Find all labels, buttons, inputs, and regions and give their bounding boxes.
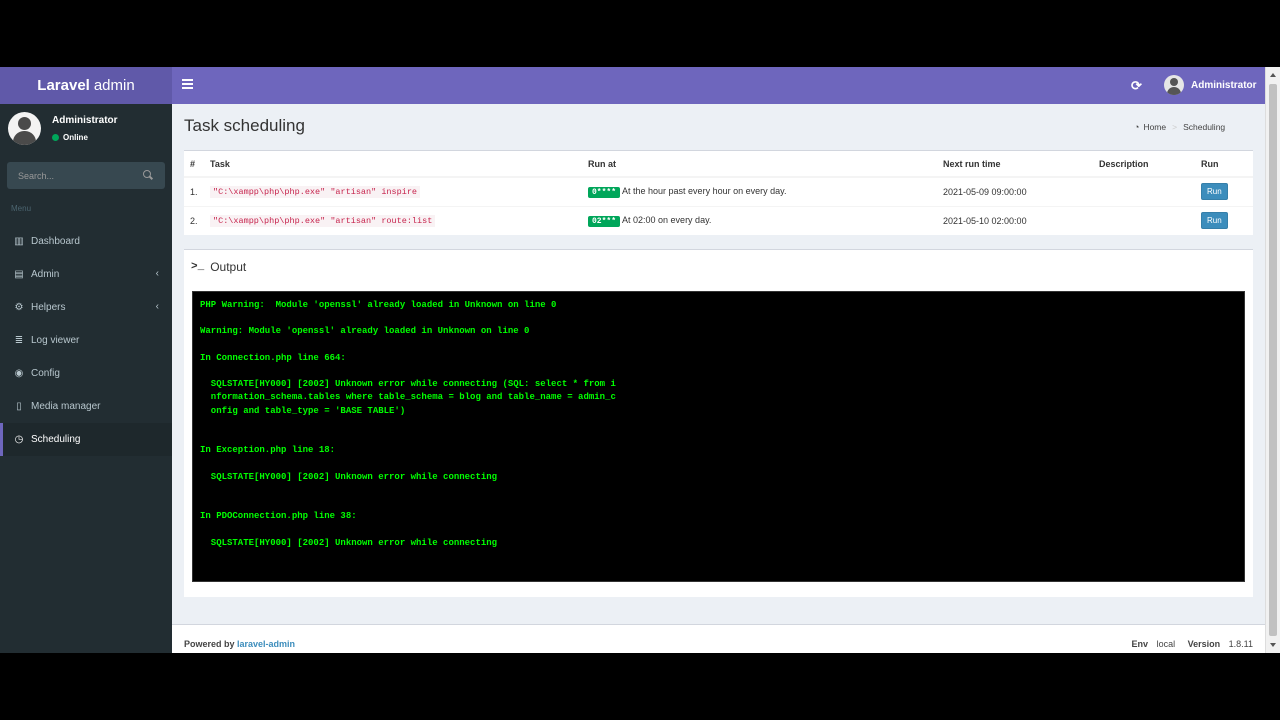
status-text: Online	[63, 133, 88, 142]
navbar-user-name: Administrator	[1191, 79, 1257, 91]
breadcrumb-home[interactable]: Home	[1143, 122, 1166, 132]
search-input[interactable]	[7, 162, 137, 189]
sidebar-item-label: Admin	[31, 269, 60, 280]
menu-header: Menu	[11, 204, 32, 213]
dashboard-icon: ◔	[1134, 122, 1140, 132]
sidebar-toggle-icon[interactable]	[182, 79, 193, 91]
online-status: Online	[52, 133, 88, 142]
col-description: Description	[1093, 151, 1195, 178]
sidebar-item-label: Media manager	[31, 401, 101, 412]
user-menu[interactable]: Administrator	[1164, 75, 1257, 95]
row-num: 2.	[184, 205, 204, 235]
sidebar: Administrator Online Menu ▥ Dashboard ▤ …	[0, 104, 172, 653]
sidebar-item-helpers[interactable]: ⚙ Helpers ‹	[0, 291, 172, 324]
schedule-table-box: # Task Run at Next run time Description …	[184, 150, 1253, 235]
breadcrumb-separator: >	[1172, 122, 1178, 132]
user-avatar	[8, 112, 41, 145]
table-header-row: # Task Run at Next run time Description …	[184, 151, 1253, 178]
scroll-down-icon[interactable]	[1270, 643, 1276, 647]
sidebar-item-label: Dashboard	[31, 236, 80, 247]
breadcrumb: ◔ Home > Scheduling	[1134, 122, 1225, 132]
footer: Powered by laravel-admin Env local Versi…	[172, 624, 1265, 653]
sidebar-user-name: Administrator	[52, 115, 118, 126]
env-value: local	[1156, 639, 1176, 649]
clock-icon: ◷	[14, 434, 24, 445]
sidebar-menu: ▥ Dashboard ▤ Admin ‹ ⚙ Helpers ‹ ≣ Log …	[0, 225, 172, 456]
run-button[interactable]: Run	[1201, 183, 1228, 201]
env-label: Env	[1131, 639, 1149, 649]
cron-badge: 0****	[588, 186, 621, 198]
sidebar-search	[7, 162, 165, 189]
run-button[interactable]: Run	[1201, 212, 1228, 230]
version-value: 1.8.11	[1228, 639, 1253, 649]
chevron-left-icon: ‹	[155, 301, 159, 312]
bar-chart-icon: ▥	[14, 236, 24, 247]
output-box: >_ Output PHP Warning: Module 'openssl' …	[184, 249, 1253, 597]
sidebar-item-log-viewer[interactable]: ≣ Log viewer	[0, 324, 172, 357]
logo-bold: Laravel	[37, 77, 90, 94]
col-run-at: Run at	[582, 151, 937, 178]
laravel-admin-link[interactable]: laravel-admin	[237, 639, 295, 649]
scroll-thumb[interactable]	[1269, 84, 1277, 636]
sidebar-item-media-manager[interactable]: ▯ Media manager	[0, 390, 172, 423]
breadcrumb-current: Scheduling	[1183, 122, 1226, 132]
sidebar-item-label: Helpers	[31, 302, 66, 313]
description	[1093, 176, 1195, 206]
sidebar-item-scheduling[interactable]: ◷ Scheduling	[0, 423, 172, 456]
output-title: >_ Output	[191, 260, 246, 274]
col-task: Task	[204, 151, 582, 178]
col-num: #	[184, 151, 204, 178]
row-num: 1.	[184, 176, 204, 206]
output-terminal: PHP Warning: Module 'openssl' already lo…	[192, 291, 1245, 582]
user-panel: Administrator Online	[0, 104, 172, 154]
page-scrollbar[interactable]	[1265, 67, 1280, 653]
task-command: "C:\xampp\php\php.exe" "artisan" route:l…	[210, 215, 436, 228]
footer-powered: Powered by laravel-admin	[184, 639, 295, 649]
run-at-text: At 02:00 on every day.	[622, 214, 712, 225]
chevron-left-icon: ‹	[155, 268, 159, 279]
next-run-time: 2021-05-10 02:00:00	[937, 205, 1093, 235]
powered-by-text: Powered by	[184, 639, 235, 649]
sidebar-item-label: Log viewer	[31, 335, 80, 346]
search-icon[interactable]	[143, 170, 153, 180]
run-at-cell: 02*** At 02:00 on every day.	[582, 205, 937, 235]
top-navbar: ⟳ Administrator	[172, 67, 1265, 104]
terminal-icon: >_	[191, 261, 205, 273]
refresh-icon[interactable]: ⟳	[1131, 78, 1142, 94]
gears-icon: ⚙	[14, 302, 24, 313]
logo-rest: admin	[93, 77, 135, 94]
output-title-text: Output	[210, 260, 247, 274]
task-command: "C:\xampp\php\php.exe" "artisan" inspire	[210, 186, 421, 199]
sidebar-item-label: Config	[31, 368, 60, 379]
sidebar-item-admin[interactable]: ▤ Admin ‹	[0, 258, 172, 291]
tasks-icon: ▤	[14, 269, 24, 280]
next-run-time: 2021-05-09 09:00:00	[937, 176, 1093, 206]
avatar	[1164, 75, 1184, 95]
version-label: Version	[1187, 639, 1221, 649]
page-title: Task scheduling	[184, 116, 305, 135]
sidebar-item-config[interactable]: ◉ Config	[0, 357, 172, 390]
cron-badge: 02***	[588, 215, 621, 227]
col-next-run: Next run time	[937, 151, 1093, 178]
run-at-text: At the hour past every hour on every day…	[622, 185, 787, 196]
sidebar-item-dashboard[interactable]: ▥ Dashboard	[0, 225, 172, 258]
file-icon: ▯	[16, 401, 22, 412]
schedule-table: # Task Run at Next run time Description …	[184, 151, 1253, 235]
database-icon: ≣	[14, 335, 24, 346]
table-row: 1. "C:\xampp\php\php.exe" "artisan" insp…	[184, 176, 1253, 206]
sidebar-item-label: Scheduling	[31, 434, 81, 445]
online-dot-icon	[52, 134, 59, 141]
table-row: 2. "C:\xampp\php\php.exe" "artisan" rout…	[184, 205, 1253, 235]
col-run: Run	[1195, 151, 1253, 178]
scroll-up-icon[interactable]	[1270, 73, 1276, 77]
app-logo[interactable]: Laravel admin	[0, 67, 172, 104]
toggle-icon: ◉	[14, 368, 24, 379]
footer-env-info: Env local Version 1.8.11	[1122, 639, 1253, 649]
app-frame: Laravel admin ⟳ Administrator Administra…	[0, 67, 1280, 653]
description	[1093, 205, 1195, 235]
run-at-cell: 0**** At the hour past every hour on ever…	[582, 176, 937, 206]
